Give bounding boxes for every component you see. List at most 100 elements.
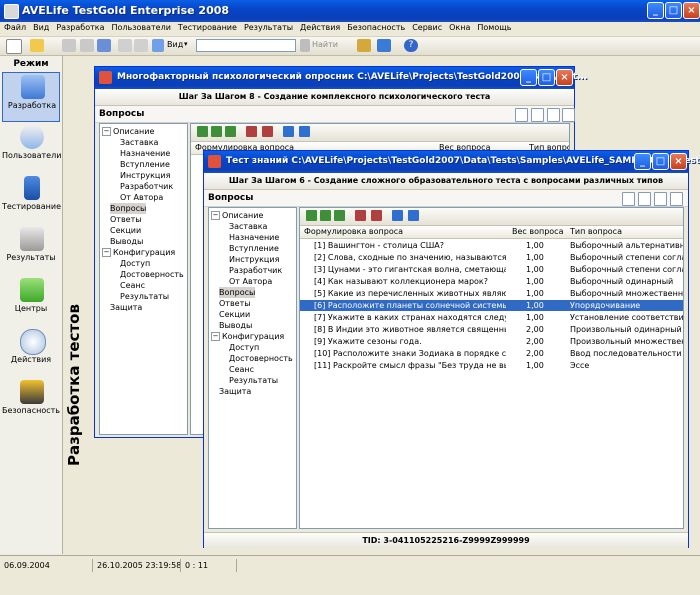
check-icon[interactable]: [515, 108, 528, 122]
table-row[interactable]: [11] Раскройте смысл фразы "Без труда не…: [300, 360, 683, 371]
tree-node[interactable]: − Описание: [211, 210, 263, 221]
add-question-icon[interactable]: [306, 210, 317, 221]
close-button[interactable]: ×: [683, 2, 700, 19]
tree-node[interactable]: − Конфигурация: [102, 247, 175, 258]
move-up-icon[interactable]: [392, 210, 403, 221]
menu-windows[interactable]: Окна: [445, 22, 473, 32]
tree-node[interactable]: Доступ: [120, 258, 150, 269]
print-icon[interactable]: [562, 108, 575, 122]
menu-security[interactable]: Безопасность: [343, 22, 408, 32]
table-row[interactable]: [2] Слова, сходные по значению, называют…: [300, 252, 683, 263]
table-row[interactable]: [5] Какие из перечисленных животных явля…: [300, 288, 683, 299]
menu-testing[interactable]: Тестирование: [174, 22, 240, 32]
tree-node[interactable]: Сеанс: [120, 280, 145, 291]
add-question-icon[interactable]: [197, 126, 208, 137]
menu-actions[interactable]: Действия: [296, 22, 343, 32]
open-folder-icon[interactable]: [30, 39, 44, 52]
view-menu-button[interactable]: Вид: [167, 40, 183, 49]
tree-node[interactable]: Результаты: [229, 375, 278, 386]
search-button[interactable]: Найти: [312, 40, 338, 49]
view-dropdown-icon[interactable]: ▾: [184, 40, 188, 48]
back-minimize-button[interactable]: _: [520, 69, 537, 86]
table-row[interactable]: [9] Укажите сезоны года. 2,00 Произвольный…: [300, 336, 683, 347]
view-icon[interactable]: [152, 39, 164, 52]
tree-node[interactable]: − Конфигурация: [211, 331, 284, 342]
check-icon[interactable]: [622, 192, 635, 206]
column-header[interactable]: Тип вопроса: [570, 226, 622, 238]
main-title-bar[interactable]: AVELife TestGold Enterprise 2008 _ □ ×: [0, 0, 700, 22]
tree-node[interactable]: Выводы: [219, 320, 252, 331]
menu-results[interactable]: Результаты: [240, 22, 296, 32]
menu-users[interactable]: Пользователи: [108, 22, 174, 32]
tree-node[interactable]: Сеанс: [229, 364, 254, 375]
tree-node[interactable]: Секции: [110, 225, 141, 236]
tree-node[interactable]: Инструкция: [229, 254, 279, 265]
menu-file[interactable]: Файл: [0, 22, 29, 32]
tools-icon[interactable]: [357, 39, 371, 52]
menu-service[interactable]: Сервис: [408, 22, 445, 32]
tree-node[interactable]: Ответы: [219, 298, 251, 309]
tree-node[interactable]: Разработчик: [120, 181, 173, 192]
tree-node[interactable]: Ответы: [110, 214, 142, 225]
column-header[interactable]: Вес вопроса: [512, 226, 563, 238]
tree-node[interactable]: Достоверность: [229, 353, 293, 364]
new-icon[interactable]: [6, 39, 22, 54]
sidebar-item-design[interactable]: Разработка: [2, 72, 60, 122]
export-icon[interactable]: [547, 108, 560, 122]
tree-node-selected[interactable]: Вопросы: [219, 287, 256, 298]
tree-node[interactable]: Защита: [219, 386, 251, 397]
document-icon[interactable]: [638, 192, 651, 206]
sidebar-item-testing[interactable]: Тестирование: [2, 174, 61, 224]
sidebar-item-security[interactable]: Безопасность: [2, 378, 60, 428]
front-close-button[interactable]: ×: [670, 153, 687, 170]
sidebar-item-users[interactable]: Пользователи: [2, 123, 61, 173]
column-header[interactable]: Формулировка вопроса: [304, 226, 403, 238]
close-doc-icon[interactable]: [97, 39, 111, 52]
insert-question-icon[interactable]: [211, 126, 222, 137]
menu-design[interactable]: Разработка: [52, 22, 107, 32]
edit-question-icon[interactable]: [355, 210, 366, 221]
save-all-icon[interactable]: [80, 39, 94, 52]
move-down-icon[interactable]: [299, 126, 310, 137]
tree-node-selected[interactable]: Вопросы: [110, 203, 147, 214]
tree-node[interactable]: Защита: [110, 302, 142, 313]
tree-node[interactable]: Назначение: [120, 148, 170, 159]
front-minimize-button[interactable]: _: [634, 153, 651, 170]
copy-question-icon[interactable]: [225, 126, 236, 137]
table-row[interactable]: [4] Как называют коллекционера марок? 1,0…: [300, 276, 683, 287]
back-close-button[interactable]: ×: [556, 69, 573, 86]
table-row-selected[interactable]: [6] Расположите планеты солнечной систем…: [300, 300, 683, 311]
front-maximize-button[interactable]: □: [652, 153, 669, 170]
tree-node[interactable]: − Описание: [102, 126, 154, 137]
front-test-window[interactable]: Тест знаний C:\AVELife\Projects\TestGold…: [203, 150, 700, 548]
delete-question-icon[interactable]: [262, 126, 273, 137]
help-icon[interactable]: ?: [404, 39, 418, 52]
copy-question-icon[interactable]: [334, 210, 345, 221]
table-row[interactable]: [7] Укажите в каких странах находятся сл…: [300, 312, 683, 323]
tree-node[interactable]: Назначение: [229, 232, 279, 243]
table-row[interactable]: [8] В Индии это животное является священ…: [300, 324, 683, 335]
table-row[interactable]: [10] Расположите знаки Зодиака в порядке…: [300, 348, 683, 359]
sidebar-item-actions[interactable]: Действия: [2, 327, 60, 377]
tree-node[interactable]: От Автора: [120, 192, 163, 203]
print-icon[interactable]: [118, 39, 132, 52]
tree-node[interactable]: Доступ: [229, 342, 259, 353]
tree-node[interactable]: Вступление: [120, 159, 170, 170]
tree-node[interactable]: Заставка: [229, 221, 267, 232]
tree-node[interactable]: Заставка: [120, 137, 158, 148]
minimize-button[interactable]: _: [647, 2, 664, 19]
tree-node[interactable]: Выводы: [110, 236, 143, 247]
move-down-icon[interactable]: [408, 210, 419, 221]
preview-icon[interactable]: [134, 39, 148, 52]
insert-question-icon[interactable]: [320, 210, 331, 221]
move-up-icon[interactable]: [283, 126, 294, 137]
menu-help[interactable]: Помощь: [473, 22, 514, 32]
menu-view[interactable]: Вид: [29, 22, 52, 32]
edit-question-icon[interactable]: [246, 126, 257, 137]
delete-question-icon[interactable]: [371, 210, 382, 221]
document-icon[interactable]: [531, 108, 544, 122]
back-window-title-bar[interactable]: Многофакторный психологический опросник …: [95, 67, 587, 89]
back-maximize-button[interactable]: □: [538, 69, 555, 86]
maximize-button[interactable]: □: [665, 2, 682, 19]
table-row[interactable]: [3] Цунами - это гигантская волна, смета…: [300, 264, 683, 275]
